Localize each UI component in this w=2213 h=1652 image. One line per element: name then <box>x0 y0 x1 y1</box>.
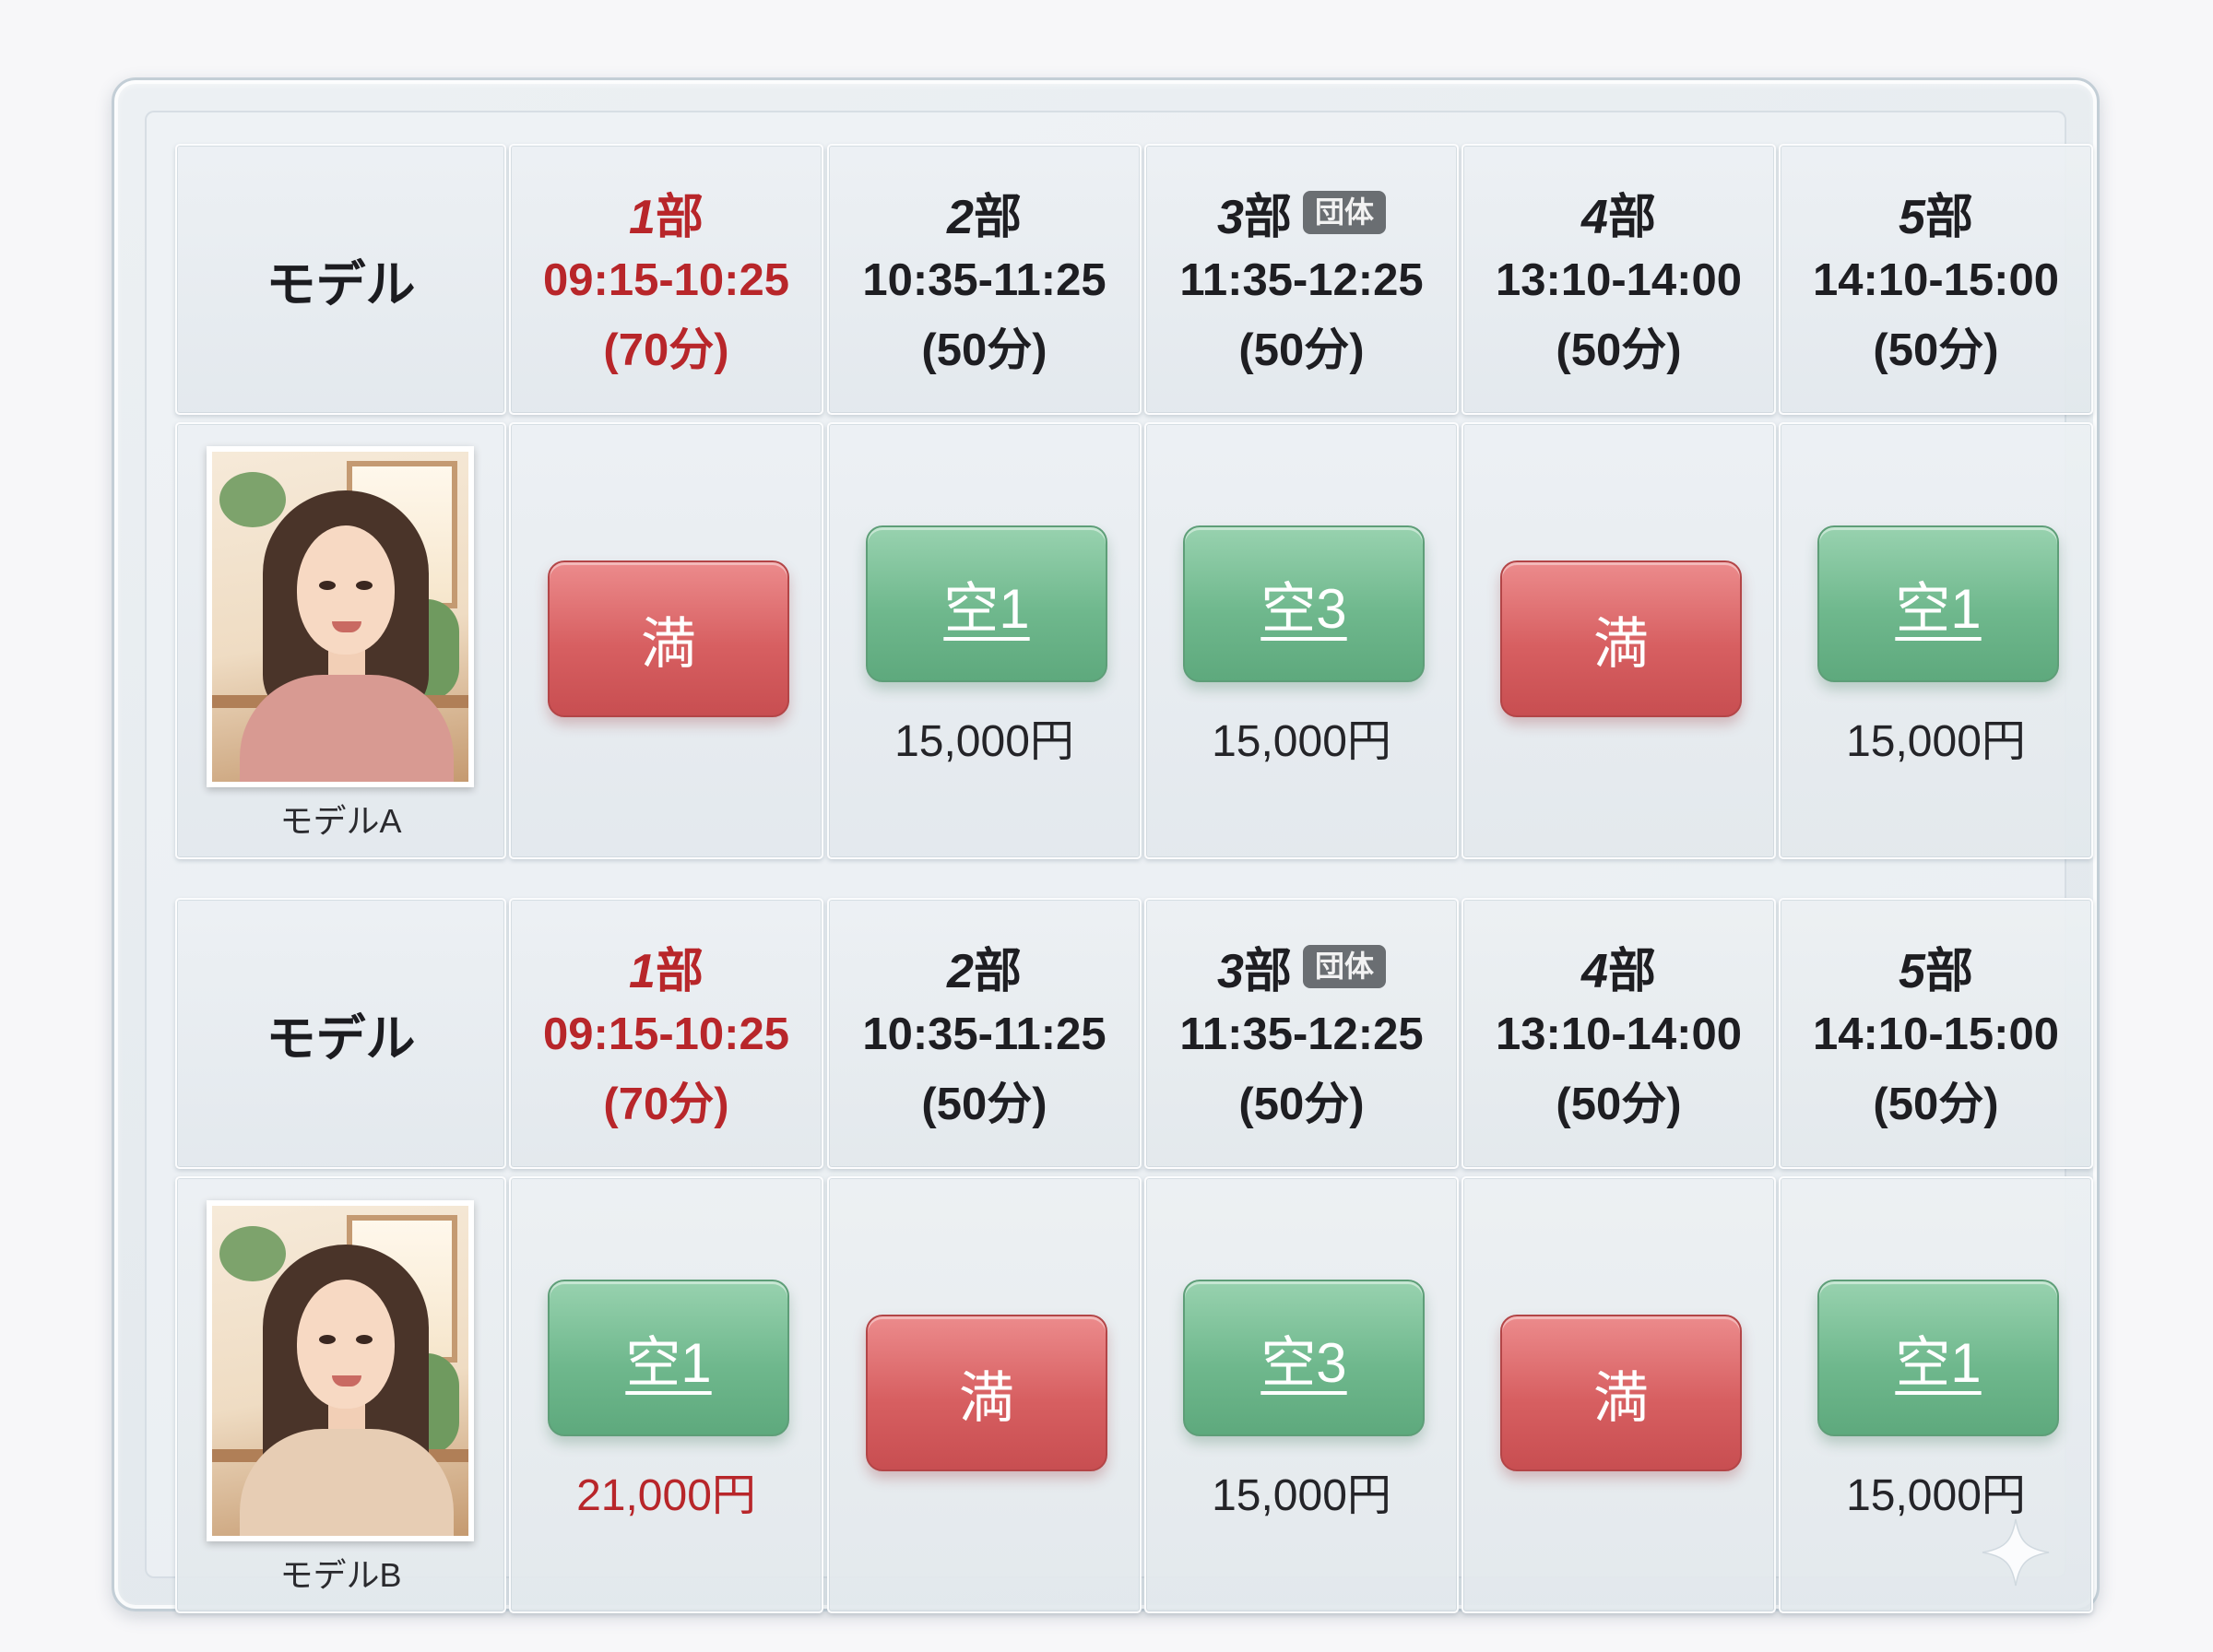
slot-header-2: 2部 10:35-11:25 (50分) <box>827 898 1142 1169</box>
slot-duration: (50分) <box>1556 324 1682 375</box>
slot-time: 14:10-15:00 <box>1813 254 2059 305</box>
part-label: 2部 <box>947 945 1022 998</box>
slot-header-4: 4部 13:10-14:00 (50分) <box>1462 144 1776 415</box>
part-label: 1部 <box>629 945 704 998</box>
slot-duration: (50分) <box>921 324 1047 375</box>
model-name: モデルB <box>279 1556 402 1594</box>
part-label: 4部 <box>1581 191 1656 244</box>
slot-time: 09:15-10:25 <box>543 254 789 305</box>
slot-header-4: 4部 13:10-14:00 (50分) <box>1462 898 1776 1169</box>
model-column-label: モデル <box>266 256 416 313</box>
slot-cell: 空1 15,000円 <box>1779 1176 2093 1613</box>
slot-duration: (50分) <box>1238 1079 1365 1129</box>
slot-cell: 満 <box>1462 422 1776 859</box>
slot-header-3: 3部 団体 11:35-12:25 (50分) <box>1144 898 1459 1169</box>
part-label: 5部 <box>1899 945 1973 998</box>
reserve-button[interactable]: 空3 <box>1183 525 1425 682</box>
slot-duration: (70分) <box>603 324 729 375</box>
model-name: モデルA <box>279 802 402 840</box>
slot-cell: 空1 21,000円 <box>509 1176 823 1613</box>
group-badge: 団体 <box>1302 190 1386 235</box>
slot-time: 13:10-14:00 <box>1496 1009 1742 1059</box>
part-label: 5部 <box>1899 191 1973 244</box>
slot-duration: (50分) <box>1238 324 1365 375</box>
model-photo[interactable] <box>207 1200 474 1541</box>
slot-time: 11:35-12:25 <box>1179 254 1424 305</box>
slot-price: 15,000円 <box>894 717 1074 766</box>
full-status-button[interactable]: 満 <box>866 1315 1107 1471</box>
part-label: 3部 <box>1217 191 1292 244</box>
slot-time: 10:35-11:25 <box>862 254 1106 305</box>
reserve-button[interactable]: 空1 <box>1817 525 2059 682</box>
slot-cell: 空1 15,000円 <box>827 422 1142 859</box>
slot-duration: (50分) <box>1873 1079 1999 1129</box>
slot-time: 14:10-15:00 <box>1813 1009 2059 1059</box>
part-label: 3部 <box>1217 945 1292 998</box>
slot-cell: 満 <box>509 422 823 859</box>
slot-time: 09:15-10:25 <box>543 1009 789 1059</box>
model-column-header: モデル <box>175 898 506 1169</box>
slot-header-2: 2部 10:35-11:25 (50分) <box>827 144 1142 415</box>
slot-header-5: 5部 14:10-15:00 (50分) <box>1779 898 2093 1169</box>
reserve-button[interactable]: 空3 <box>1183 1280 1425 1436</box>
slot-duration: (50分) <box>921 1079 1047 1129</box>
model-profile-a[interactable]: モデルA <box>175 422 506 859</box>
slot-time: 11:35-12:25 <box>1179 1009 1424 1059</box>
slot-header-1: 1部 09:15-10:25 (70分) <box>509 144 823 415</box>
reserve-button[interactable]: 空1 <box>866 525 1107 682</box>
slot-duration: (50分) <box>1556 1079 1682 1129</box>
full-status-button[interactable]: 満 <box>548 560 789 717</box>
model-profile-b[interactable]: モデルB <box>175 1176 506 1613</box>
full-status-button[interactable]: 満 <box>1500 560 1742 717</box>
full-status-button[interactable]: 満 <box>1500 1315 1742 1471</box>
part-label: 1部 <box>629 191 704 244</box>
slot-price: 15,000円 <box>1212 1471 1391 1520</box>
slot-cell: 空3 15,000円 <box>1144 422 1459 859</box>
model-column-header: モデル <box>175 144 506 415</box>
slot-cell: 空1 15,000円 <box>1779 422 2093 859</box>
slot-time: 13:10-14:00 <box>1496 254 1742 305</box>
model-column-label: モデル <box>266 1010 416 1067</box>
schedule-table: モデル 1部 09:15-10:25 (70分) 2部 10:35-11:25 … <box>145 111 2093 1613</box>
slot-duration: (50分) <box>1873 324 1999 375</box>
slot-duration: (70分) <box>603 1079 729 1129</box>
slot-header-5: 5部 14:10-15:00 (50分) <box>1779 144 2093 415</box>
slot-price: 21,000円 <box>576 1471 756 1520</box>
slot-price: 15,000円 <box>1846 1471 2026 1520</box>
part-label: 4部 <box>1581 945 1656 998</box>
sparkle-icon <box>1982 1518 2050 1587</box>
slot-price: 15,000円 <box>1846 717 2026 766</box>
slot-cell: 満 <box>1462 1176 1776 1613</box>
reserve-button[interactable]: 空1 <box>548 1280 789 1436</box>
slot-cell: 満 <box>827 1176 1142 1613</box>
slot-time: 10:35-11:25 <box>862 1009 1106 1059</box>
reserve-button[interactable]: 空1 <box>1817 1280 2059 1436</box>
model-photo[interactable] <box>207 446 474 787</box>
slot-header-3: 3部 団体 11:35-12:25 (50分) <box>1144 144 1459 415</box>
slot-price: 15,000円 <box>1212 717 1391 766</box>
slot-header-1: 1部 09:15-10:25 (70分) <box>509 898 823 1169</box>
slot-cell: 空3 15,000円 <box>1144 1176 1459 1613</box>
group-badge: 団体 <box>1302 944 1386 989</box>
part-label: 2部 <box>947 191 1022 244</box>
schedule-panel: モデル 1部 09:15-10:25 (70分) 2部 10:35-11:25 … <box>112 77 2100 1613</box>
